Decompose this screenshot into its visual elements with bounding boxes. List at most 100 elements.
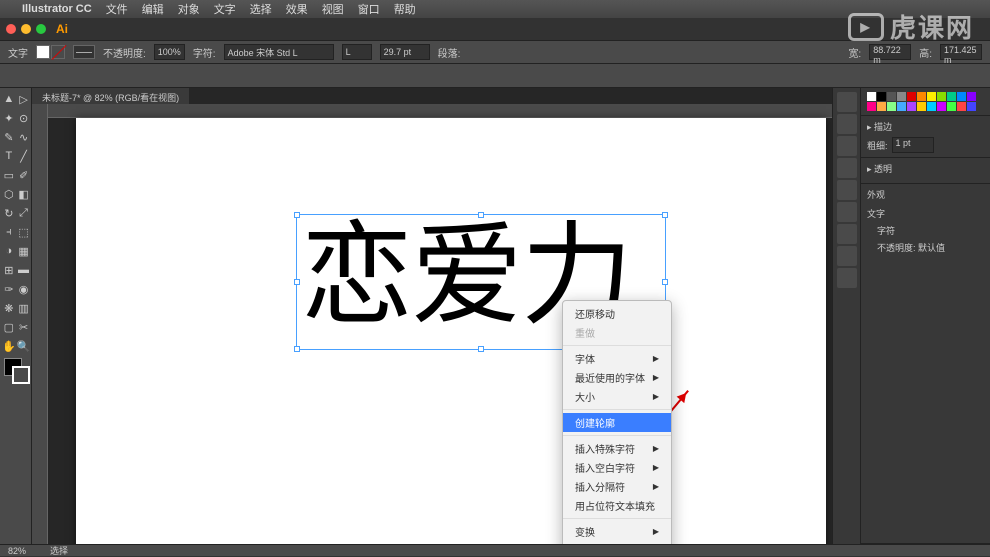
handle-mr[interactable] <box>662 279 668 285</box>
cm-size[interactable]: 大小▶ <box>563 387 671 406</box>
magic-wand-tool[interactable]: ✦ <box>2 109 16 127</box>
swatch-color[interactable] <box>897 102 906 111</box>
dock-layers-icon[interactable] <box>837 268 857 288</box>
menu-help[interactable]: 帮助 <box>394 1 416 17</box>
stroke-swatch[interactable] <box>51 45 65 59</box>
swatch-color[interactable] <box>957 102 966 111</box>
font-family-dropdown[interactable]: Adobe 宋体 Std L <box>224 44 334 60</box>
cm-create-outlines[interactable]: 创建轮廓 <box>563 413 671 432</box>
eyedropper-tool[interactable]: ✑ <box>2 280 16 298</box>
menu-effect[interactable]: 效果 <box>286 1 308 17</box>
cm-recent-fonts[interactable]: 最近使用的字体▶ <box>563 368 671 387</box>
pen-tool[interactable]: ✎ <box>2 128 16 146</box>
vertical-ruler[interactable] <box>32 104 48 544</box>
zoom-level[interactable]: 82% <box>8 546 26 556</box>
handle-tl[interactable] <box>294 212 300 218</box>
swatch-color[interactable] <box>877 92 886 101</box>
lasso-tool[interactable]: ⊙ <box>17 109 31 127</box>
cm-font[interactable]: 字体▶ <box>563 349 671 368</box>
hand-tool[interactable]: ✋ <box>2 337 16 355</box>
dock-brushes-icon[interactable] <box>837 114 857 134</box>
cm-insert-blank[interactable]: 插入空白字符▶ <box>563 458 671 477</box>
zoom-tool[interactable]: 🔍 <box>17 337 31 355</box>
menu-view[interactable]: 视图 <box>322 1 344 17</box>
font-size-input[interactable]: 29.7 pt <box>380 44 430 60</box>
dock-appearance-icon[interactable] <box>837 224 857 244</box>
scale-tool[interactable]: ⤢ <box>17 204 31 222</box>
appearance-item-opacity[interactable]: 不透明度: 默认值 <box>867 239 984 256</box>
dock-gradient-icon[interactable] <box>837 180 857 200</box>
close-button[interactable] <box>6 24 16 34</box>
canvas[interactable]: 恋爱力 <box>48 118 832 530</box>
cm-insert-break[interactable]: 插入分隔符▶ <box>563 477 671 496</box>
artboard-tool[interactable]: ▢ <box>2 318 16 336</box>
font-weight-dropdown[interactable]: L <box>342 44 372 60</box>
stroke-weight-icon[interactable] <box>73 45 95 59</box>
swatch-color[interactable] <box>917 92 926 101</box>
cm-insert-special[interactable]: 插入特殊字符▶ <box>563 439 671 458</box>
horizontal-ruler[interactable] <box>48 104 832 118</box>
rectangle-tool[interactable]: ▭ <box>2 166 16 184</box>
stroke-color[interactable] <box>12 366 30 384</box>
width-input[interactable]: 88.722 m <box>869 44 911 60</box>
paintbrush-tool[interactable]: ✐ <box>17 166 31 184</box>
dock-color-icon[interactable] <box>837 92 857 112</box>
mesh-tool[interactable]: ⊞ <box>2 261 16 279</box>
handle-ml[interactable] <box>294 279 300 285</box>
opacity-input[interactable]: 100% <box>154 44 185 60</box>
menu-type[interactable]: 文字 <box>214 1 236 17</box>
handle-tr[interactable] <box>662 212 668 218</box>
shaper-tool[interactable]: ⬡ <box>2 185 16 203</box>
swatch-color[interactable] <box>887 102 896 111</box>
transparency-panel[interactable]: ▸ 透明 <box>861 158 990 184</box>
slice-tool[interactable]: ✂ <box>17 318 31 336</box>
maximize-button[interactable] <box>36 24 46 34</box>
eraser-tool[interactable]: ◧ <box>17 185 31 203</box>
minimize-button[interactable] <box>21 24 31 34</box>
cm-transform[interactable]: 变换▶ <box>563 522 671 541</box>
swatch-color[interactable] <box>867 92 876 101</box>
swatch-color[interactable] <box>867 102 876 111</box>
line-tool[interactable]: ╱ <box>17 147 31 165</box>
width-tool[interactable]: ⫞ <box>2 223 16 241</box>
stroke-panel[interactable]: ▸ 描边 粗细: 1 pt <box>861 116 990 158</box>
height-input[interactable]: 171.425 m <box>940 44 982 60</box>
appearance-panel[interactable]: 外观 文字 字符 不透明度: 默认值 <box>861 184 990 544</box>
gradient-tool[interactable]: ▬ <box>17 261 31 279</box>
swatch-color[interactable] <box>887 92 896 101</box>
appearance-item-type[interactable]: 文字 <box>867 205 984 222</box>
handle-bm[interactable] <box>478 346 484 352</box>
handle-tm[interactable] <box>478 212 484 218</box>
cm-fill-placeholder[interactable]: 用占位符文本填充 <box>563 496 671 515</box>
swatch-color[interactable] <box>927 92 936 101</box>
selection-tool[interactable]: ▲ <box>2 90 16 108</box>
fill-swatch[interactable] <box>36 45 50 59</box>
stroke-weight-input[interactable]: 1 pt <box>892 137 934 153</box>
symbol-sprayer-tool[interactable]: ❋ <box>2 299 16 317</box>
dock-graphic-styles-icon[interactable] <box>837 246 857 266</box>
swatch-color[interactable] <box>907 92 916 101</box>
fill-stroke-swatches[interactable] <box>36 45 65 59</box>
rotate-tool[interactable]: ↻ <box>2 204 16 222</box>
app-name[interactable]: Illustrator CC <box>22 3 92 15</box>
menu-object[interactable]: 对象 <box>178 1 200 17</box>
swatch-color[interactable] <box>907 102 916 111</box>
swatches-grid[interactable] <box>867 92 984 111</box>
curvature-tool[interactable]: ∿ <box>17 128 31 146</box>
shape-builder-tool[interactable]: ◑ <box>2 242 16 260</box>
swatch-color[interactable] <box>897 92 906 101</box>
swatch-color[interactable] <box>937 92 946 101</box>
swatch-color[interactable] <box>877 102 886 111</box>
dock-stroke-icon[interactable] <box>837 158 857 178</box>
swatch-color[interactable] <box>967 92 976 101</box>
artboard[interactable]: 恋爱力 <box>76 118 826 544</box>
dock-symbols-icon[interactable] <box>837 136 857 156</box>
swatches-panel[interactable] <box>861 88 990 116</box>
menu-window[interactable]: 窗口 <box>358 1 380 17</box>
menu-edit[interactable]: 编辑 <box>142 1 164 17</box>
appearance-item-char[interactable]: 字符 <box>867 222 984 239</box>
blend-tool[interactable]: ◉ <box>17 280 31 298</box>
direct-selection-tool[interactable]: ▷ <box>17 90 31 108</box>
transparency-panel-title[interactable]: ▸ 透明 <box>867 162 984 175</box>
free-transform-tool[interactable]: ⬚ <box>17 223 31 241</box>
